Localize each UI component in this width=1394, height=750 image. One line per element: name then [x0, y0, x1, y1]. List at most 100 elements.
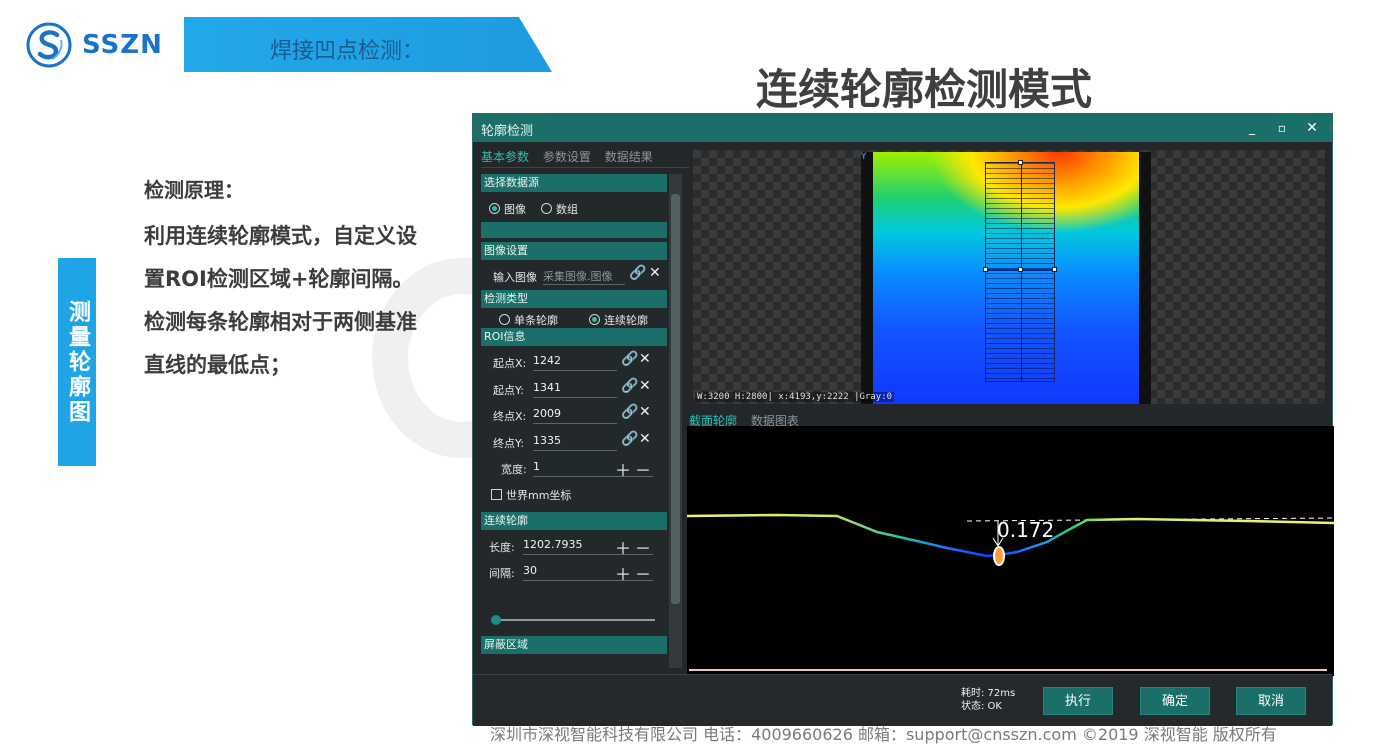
minus-icon[interactable]: －: [635, 561, 651, 585]
cancel-button[interactable]: 取消: [1236, 687, 1306, 715]
start-y-field[interactable]: 1341: [533, 378, 617, 398]
confirm-button[interactable]: 确定: [1140, 687, 1210, 715]
interval-field[interactable]: 30: [523, 561, 653, 581]
world-mm-checkbox[interactable]: 世界mm坐标: [491, 487, 571, 503]
run-stats: 耗时: 72ms 状态: OK: [961, 687, 1015, 713]
length-field[interactable]: 1202.7935: [523, 535, 653, 555]
parameter-panel: 选择数据源 图像 数组 图像设置 输入图像 采集图像.图像 🔗 ✕ 检测类型 单…: [481, 172, 667, 670]
elapsed-time: 耗时: 72ms: [961, 688, 1016, 699]
clear-icon[interactable]: ✕: [639, 431, 651, 447]
roi-end-x-row: 终点X: 2009 🔗 ✕: [481, 401, 667, 427]
end-x-label: 终点X:: [493, 410, 527, 423]
minus-icon[interactable]: －: [635, 535, 651, 559]
roi-handle-right[interactable]: [1052, 267, 1057, 272]
section-data-source: 选择数据源: [481, 174, 667, 192]
link-icon[interactable]: 🔗: [629, 265, 646, 281]
profile-plot: 0.172: [687, 513, 1334, 671]
depth-map-gradient: [873, 152, 1139, 404]
start-y-label: 起点Y:: [493, 384, 524, 397]
principle-body: 利用连续轮廓模式，自定义设置ROI检测区域+轮廓间隔。检测每条轮廓相对于两侧基准…: [144, 224, 417, 377]
roi-start-x-row: 起点X: 1242 🔗 ✕: [481, 348, 667, 374]
link-icon[interactable]: 🔗: [621, 404, 638, 420]
link-icon[interactable]: 🔗: [621, 378, 638, 394]
input-image-label: 输入图像: [493, 271, 537, 284]
clear-icon[interactable]: ✕: [639, 378, 651, 394]
input-image-field[interactable]: 采集图像.图像: [543, 265, 625, 285]
roi-region[interactable]: [983, 160, 1057, 382]
slider-track: [495, 619, 655, 621]
radio-unchecked-icon: [499, 314, 510, 325]
execute-button[interactable]: 执行: [1043, 687, 1113, 715]
minimize-icon[interactable]: _: [1242, 118, 1262, 138]
start-x-label: 起点X:: [493, 357, 527, 370]
main-heading: 连续轮廓检测模式: [756, 65, 1093, 114]
end-x-field[interactable]: 2009: [533, 404, 617, 424]
section-continuous-profile: 连续轮廓: [481, 512, 667, 530]
y-axis-marker: Y: [861, 152, 867, 162]
radio-unchecked-icon: [541, 203, 552, 214]
window-title: 轮廓检测: [481, 124, 534, 139]
section-mask-area: 屏蔽区域: [481, 636, 667, 654]
bottom-action-bar: 耗时: 72ms 状态: OK 执行 确定 取消: [473, 674, 1332, 726]
radio-source-array[interactable]: 数组: [541, 201, 578, 217]
radio-continuous-profile[interactable]: 连续轮廓: [589, 312, 648, 328]
roi-start-y-row: 起点Y: 1341 🔗 ✕: [481, 375, 667, 401]
clear-icon[interactable]: ✕: [649, 265, 661, 281]
banner-title: 焊接凹点检测：: [270, 39, 425, 64]
run-status: 状态: OK: [961, 701, 1002, 712]
plus-icon[interactable]: ＋: [615, 457, 631, 481]
tab-data-results[interactable]: 数据结果: [605, 150, 653, 164]
world-mm-label: 世界mm坐标: [506, 489, 572, 502]
source-image-label: 图像: [504, 203, 526, 216]
plus-icon[interactable]: ＋: [615, 561, 631, 585]
end-y-field[interactable]: 1335: [533, 431, 617, 451]
detect-type-row: 单条轮廓 连续轮廓: [481, 304, 667, 328]
tab-param-settings[interactable]: 参数设置: [543, 150, 591, 164]
close-icon[interactable]: ✕: [1302, 118, 1322, 138]
scrollbar-thumb[interactable]: [671, 194, 680, 604]
input-image-row: 输入图像 采集图像.图像 🔗 ✕: [481, 262, 667, 288]
checkbox-icon: [491, 489, 502, 500]
roi-width-row: 宽度: 1 ＋ －: [481, 454, 667, 480]
left-tab-bar: 基本参数 参数设置 数据结果: [481, 148, 689, 168]
single-profile-label: 单条轮廓: [514, 314, 558, 327]
section-profile-view[interactable]: 0.172: [687, 426, 1334, 676]
length-row: 长度: 1202.7935 ＋ －: [481, 532, 667, 558]
panel-scrollbar[interactable]: [669, 174, 682, 668]
window-titlebar[interactable]: 轮廓检测 _ ▫ ✕: [473, 114, 1332, 142]
clear-icon[interactable]: ✕: [639, 351, 651, 367]
roi-handle-left[interactable]: [983, 267, 988, 272]
continuous-profile-label: 连续轮廓: [604, 314, 648, 327]
link-icon[interactable]: 🔗: [621, 351, 638, 367]
roi-handle-center[interactable]: [1018, 267, 1023, 272]
profile-detect-window: 轮廓检测 _ ▫ ✕ 基本参数 参数设置 数据结果 选择数据源 图像 数组 图像…: [472, 113, 1334, 726]
principle-block: 检测原理： 利用连续轮廓模式，自定义设置ROI检测区域+轮廓间隔。检测每条轮廓相…: [144, 170, 434, 387]
tab-basic-params[interactable]: 基本参数: [481, 150, 529, 164]
principle-title: 检测原理：: [144, 178, 244, 202]
link-icon[interactable]: 🔗: [621, 431, 638, 447]
maximize-icon[interactable]: ▫: [1272, 118, 1292, 138]
slider-knob[interactable]: [491, 615, 501, 625]
clear-icon[interactable]: ✕: [639, 404, 651, 420]
section-divider: [481, 222, 667, 238]
vertical-tab-label: 测量轮廓图: [58, 258, 96, 466]
roi-center-line-v: [1021, 163, 1022, 381]
radio-checked-icon: [489, 203, 500, 214]
minus-icon[interactable]: －: [635, 457, 651, 481]
world-mm-row: 世界mm坐标: [481, 480, 667, 506]
interval-row: 间隔: 30 ＋ －: [481, 558, 667, 584]
source-array-label: 数组: [556, 203, 578, 216]
company-logo: SSZN: [26, 22, 176, 68]
length-label: 长度:: [489, 541, 515, 554]
interval-label: 间隔:: [489, 567, 515, 580]
roi-handle-top[interactable]: [1018, 160, 1023, 165]
radio-source-image[interactable]: 图像: [489, 201, 526, 217]
image-viewer[interactable]: Y W:3200 H:2800| x:4193,y:2222 |Gray:0: [693, 150, 1325, 404]
interval-slider[interactable]: [481, 614, 667, 626]
sszn-logo-icon: [26, 22, 72, 68]
start-x-field[interactable]: 1242: [533, 351, 617, 371]
viewer-status: W:3200 H:2800| x:4193,y:2222 |Gray:0: [695, 392, 895, 402]
radio-single-profile[interactable]: 单条轮廓: [499, 312, 558, 328]
end-y-label: 终点Y:: [493, 437, 524, 450]
plus-icon[interactable]: ＋: [615, 535, 631, 559]
